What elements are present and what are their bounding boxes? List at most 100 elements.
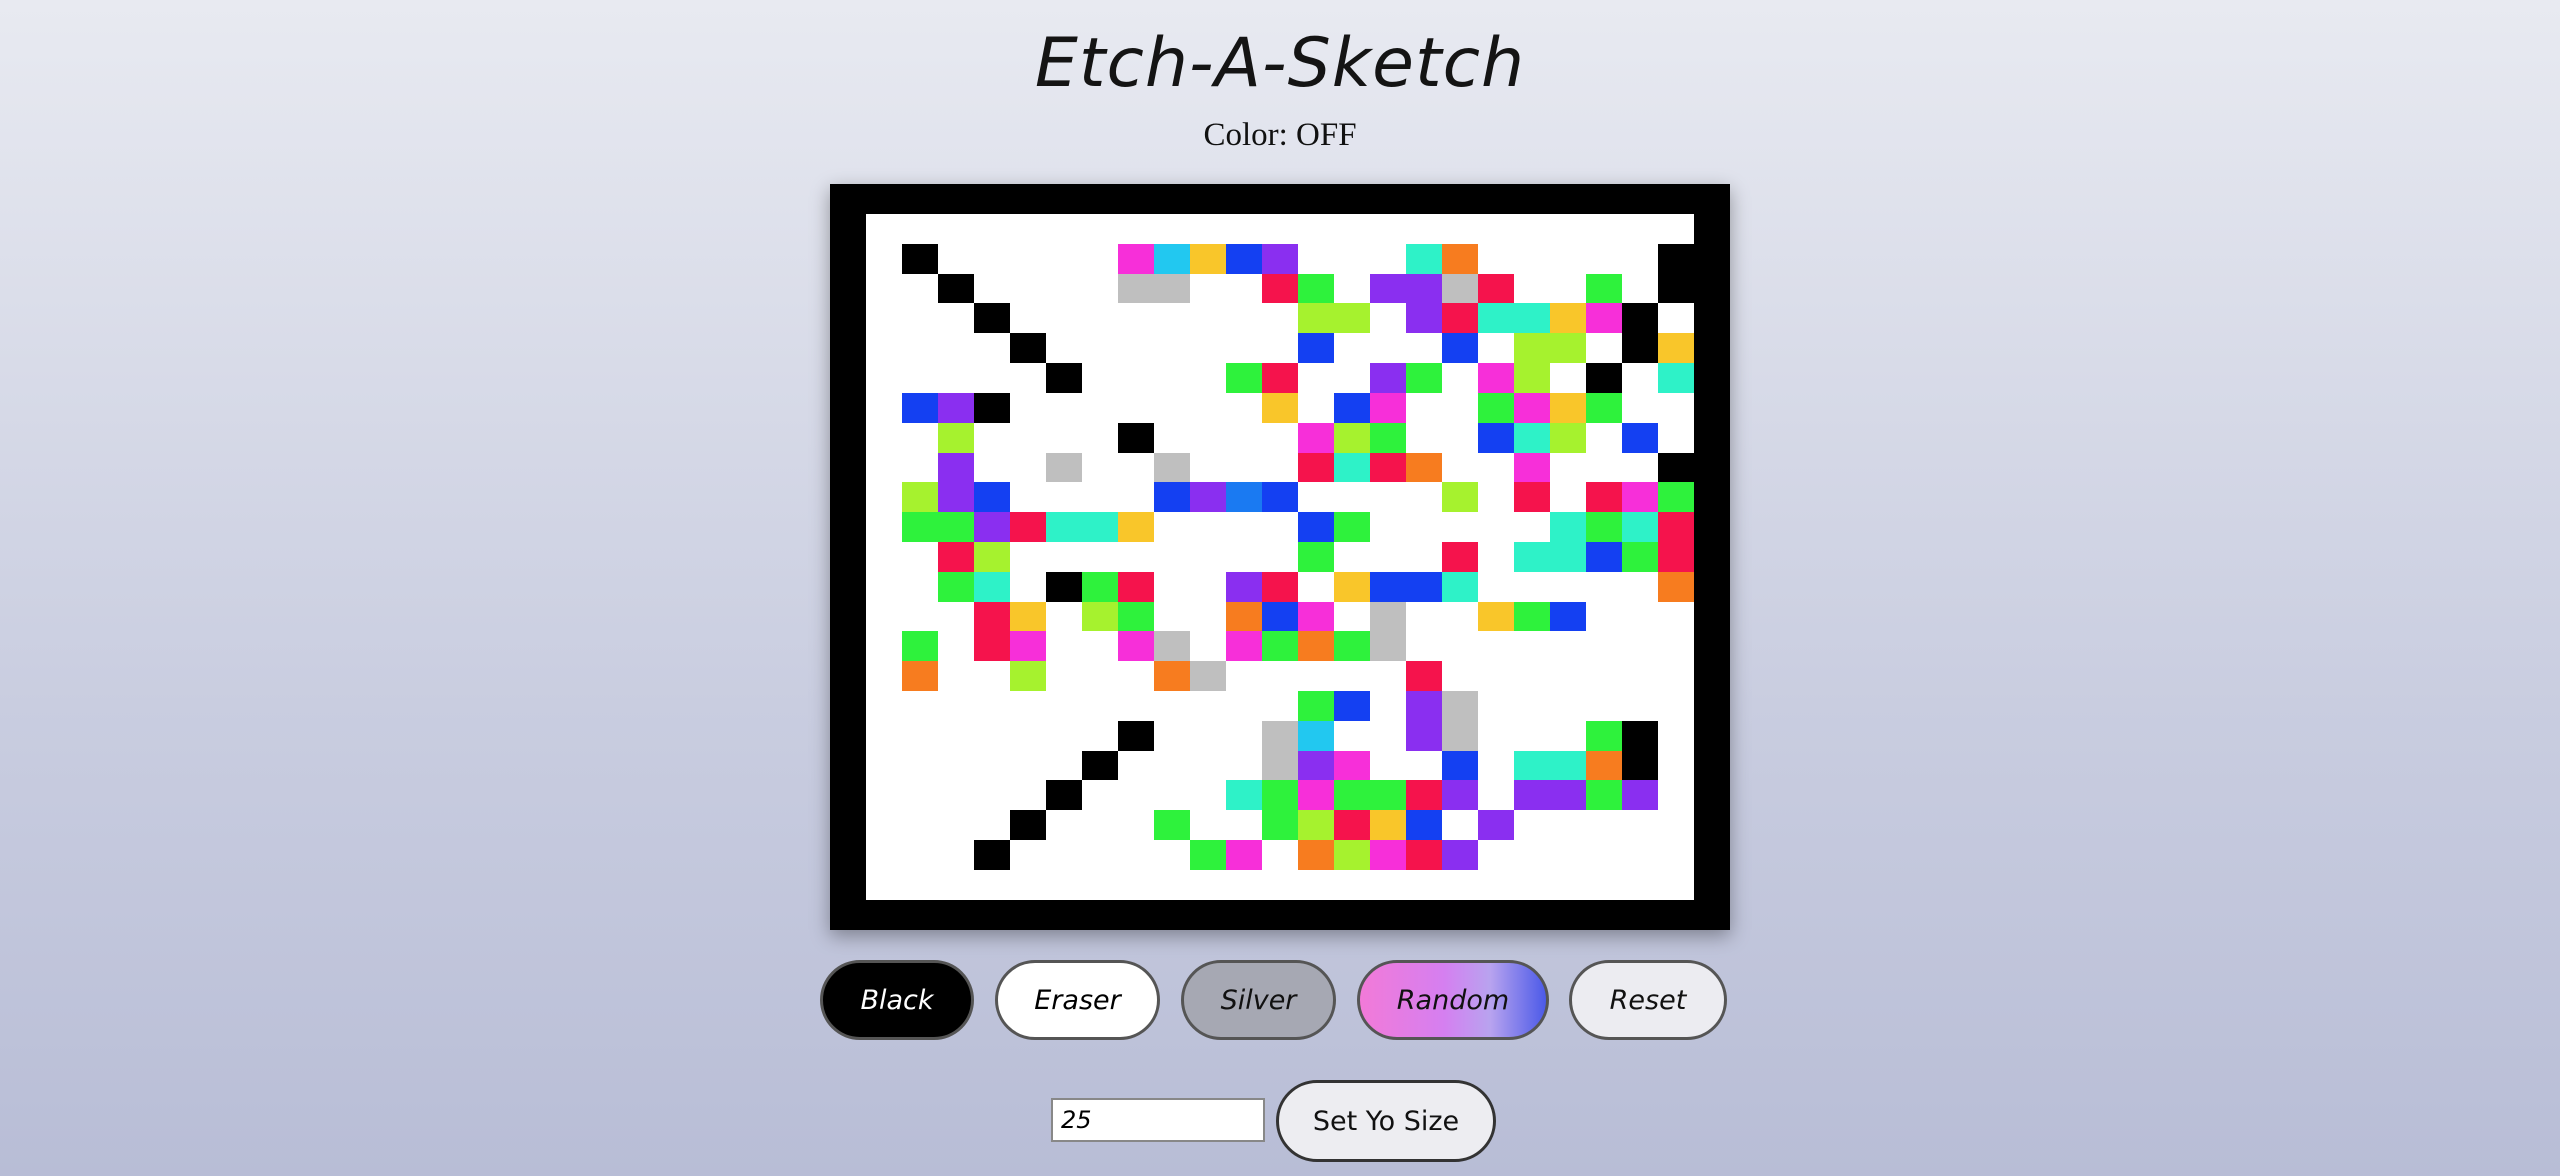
grid-cell[interactable] (866, 482, 902, 513)
grid-cell[interactable] (1154, 303, 1190, 334)
grid-cell[interactable] (1190, 631, 1226, 662)
grid-cell[interactable] (1046, 392, 1082, 423)
grid-cell[interactable] (1190, 512, 1226, 542)
grid-cell[interactable] (1658, 601, 1694, 632)
grid-cell[interactable] (1010, 661, 1046, 691)
grid-cell[interactable] (1334, 571, 1370, 602)
grid-cell[interactable] (1370, 392, 1406, 423)
grid-cell[interactable] (866, 452, 902, 483)
grid-cell[interactable] (938, 720, 974, 751)
grid-cell[interactable] (1370, 422, 1406, 453)
grid-cell[interactable] (1622, 243, 1658, 274)
grid-cell[interactable] (1550, 601, 1586, 632)
random-button[interactable]: Random (1357, 960, 1549, 1040)
grid-cell[interactable] (1298, 392, 1334, 423)
grid-cell[interactable] (1586, 601, 1622, 632)
grid-cell[interactable] (1010, 541, 1046, 572)
grid-cell[interactable] (866, 512, 902, 542)
grid-cell[interactable] (902, 601, 938, 632)
grid-cell[interactable] (1406, 840, 1442, 870)
grid-cell[interactable] (1370, 273, 1406, 304)
grid-cell[interactable] (1658, 422, 1694, 453)
grid-cell[interactable] (974, 482, 1010, 513)
grid-cell[interactable] (1478, 422, 1514, 453)
grid-cell[interactable] (1334, 482, 1370, 513)
grid-cell[interactable] (1082, 810, 1118, 841)
grid-cell[interactable] (1622, 810, 1658, 841)
grid-cell[interactable] (1478, 392, 1514, 423)
grid-cell[interactable] (1046, 691, 1082, 721)
grid-cell[interactable] (902, 691, 938, 721)
grid-cell[interactable] (1118, 631, 1154, 662)
grid-cell[interactable] (1046, 661, 1082, 691)
grid-cell[interactable] (1658, 780, 1694, 811)
grid-cell[interactable] (1406, 750, 1442, 781)
grid-cell[interactable] (902, 482, 938, 513)
grid-cell[interactable] (1298, 780, 1334, 811)
grid-cell[interactable] (866, 840, 902, 870)
grid-cell[interactable] (938, 750, 974, 781)
grid-cell[interactable] (1082, 601, 1118, 632)
grid-cell[interactable] (866, 541, 902, 572)
grid-cell[interactable] (1226, 273, 1262, 304)
grid-cell[interactable] (1226, 333, 1262, 364)
grid-cell[interactable] (1622, 780, 1658, 811)
grid-cell[interactable] (1118, 571, 1154, 602)
grid-cell[interactable] (1370, 512, 1406, 542)
grid-cell[interactable] (1478, 214, 1514, 244)
grid-cell[interactable] (1514, 363, 1550, 393)
grid-cell[interactable] (1190, 482, 1226, 513)
grid-cell[interactable] (1442, 363, 1478, 393)
grid-cell[interactable] (1226, 303, 1262, 334)
grid-cell[interactable] (1082, 214, 1118, 244)
grid-cell[interactable] (1370, 631, 1406, 662)
grid-cell[interactable] (1550, 214, 1586, 244)
grid-cell[interactable] (938, 571, 974, 602)
grid-cell[interactable] (1370, 840, 1406, 870)
grid-cell[interactable] (1154, 452, 1190, 483)
grid-cell[interactable] (866, 780, 902, 811)
grid-cell[interactable] (1154, 541, 1190, 572)
grid-cell[interactable] (1550, 273, 1586, 304)
grid-cell[interactable] (1622, 303, 1658, 334)
grid-cell[interactable] (938, 363, 974, 393)
grid-cell[interactable] (1298, 363, 1334, 393)
grid-cell[interactable] (1550, 333, 1586, 364)
grid-cell[interactable] (1442, 452, 1478, 483)
grid-cell[interactable] (1478, 631, 1514, 662)
grid-cell[interactable] (974, 750, 1010, 781)
grid-cell[interactable] (1010, 780, 1046, 811)
grid-cell[interactable] (1514, 840, 1550, 870)
grid-cell[interactable] (1154, 810, 1190, 841)
grid-cell[interactable] (1010, 691, 1046, 721)
grid-cell[interactable] (1370, 363, 1406, 393)
grid-cell[interactable] (1442, 750, 1478, 781)
grid-cell[interactable] (1406, 333, 1442, 364)
grid-cell[interactable] (1622, 661, 1658, 691)
grid-cell[interactable] (1442, 273, 1478, 304)
grid-cell[interactable] (1550, 541, 1586, 572)
grid-cell[interactable] (974, 691, 1010, 721)
grid-cell[interactable] (1406, 214, 1442, 244)
grid-cell[interactable] (1082, 541, 1118, 572)
grid-cell[interactable] (1190, 452, 1226, 483)
grid-cell[interactable] (1262, 691, 1298, 721)
grid-cell[interactable] (1010, 631, 1046, 662)
grid-cell[interactable] (938, 869, 974, 900)
grid-cell[interactable] (1082, 691, 1118, 721)
grid-cell[interactable] (1046, 363, 1082, 393)
grid-cell[interactable] (902, 869, 938, 900)
grid-cell[interactable] (1262, 840, 1298, 870)
eraser-button[interactable]: Eraser (995, 960, 1160, 1040)
grid-cell[interactable] (1658, 243, 1694, 274)
grid-cell[interactable] (1370, 452, 1406, 483)
grid-cell[interactable] (1478, 482, 1514, 513)
grid-cell[interactable] (1010, 601, 1046, 632)
grid-cell[interactable] (1118, 273, 1154, 304)
grid-cell[interactable] (1226, 691, 1262, 721)
grid-cell[interactable] (1298, 631, 1334, 662)
grid-cell[interactable] (1262, 720, 1298, 751)
grid-cell[interactable] (1298, 273, 1334, 304)
grid-cell[interactable] (1370, 303, 1406, 334)
grid-cell[interactable] (1334, 273, 1370, 304)
